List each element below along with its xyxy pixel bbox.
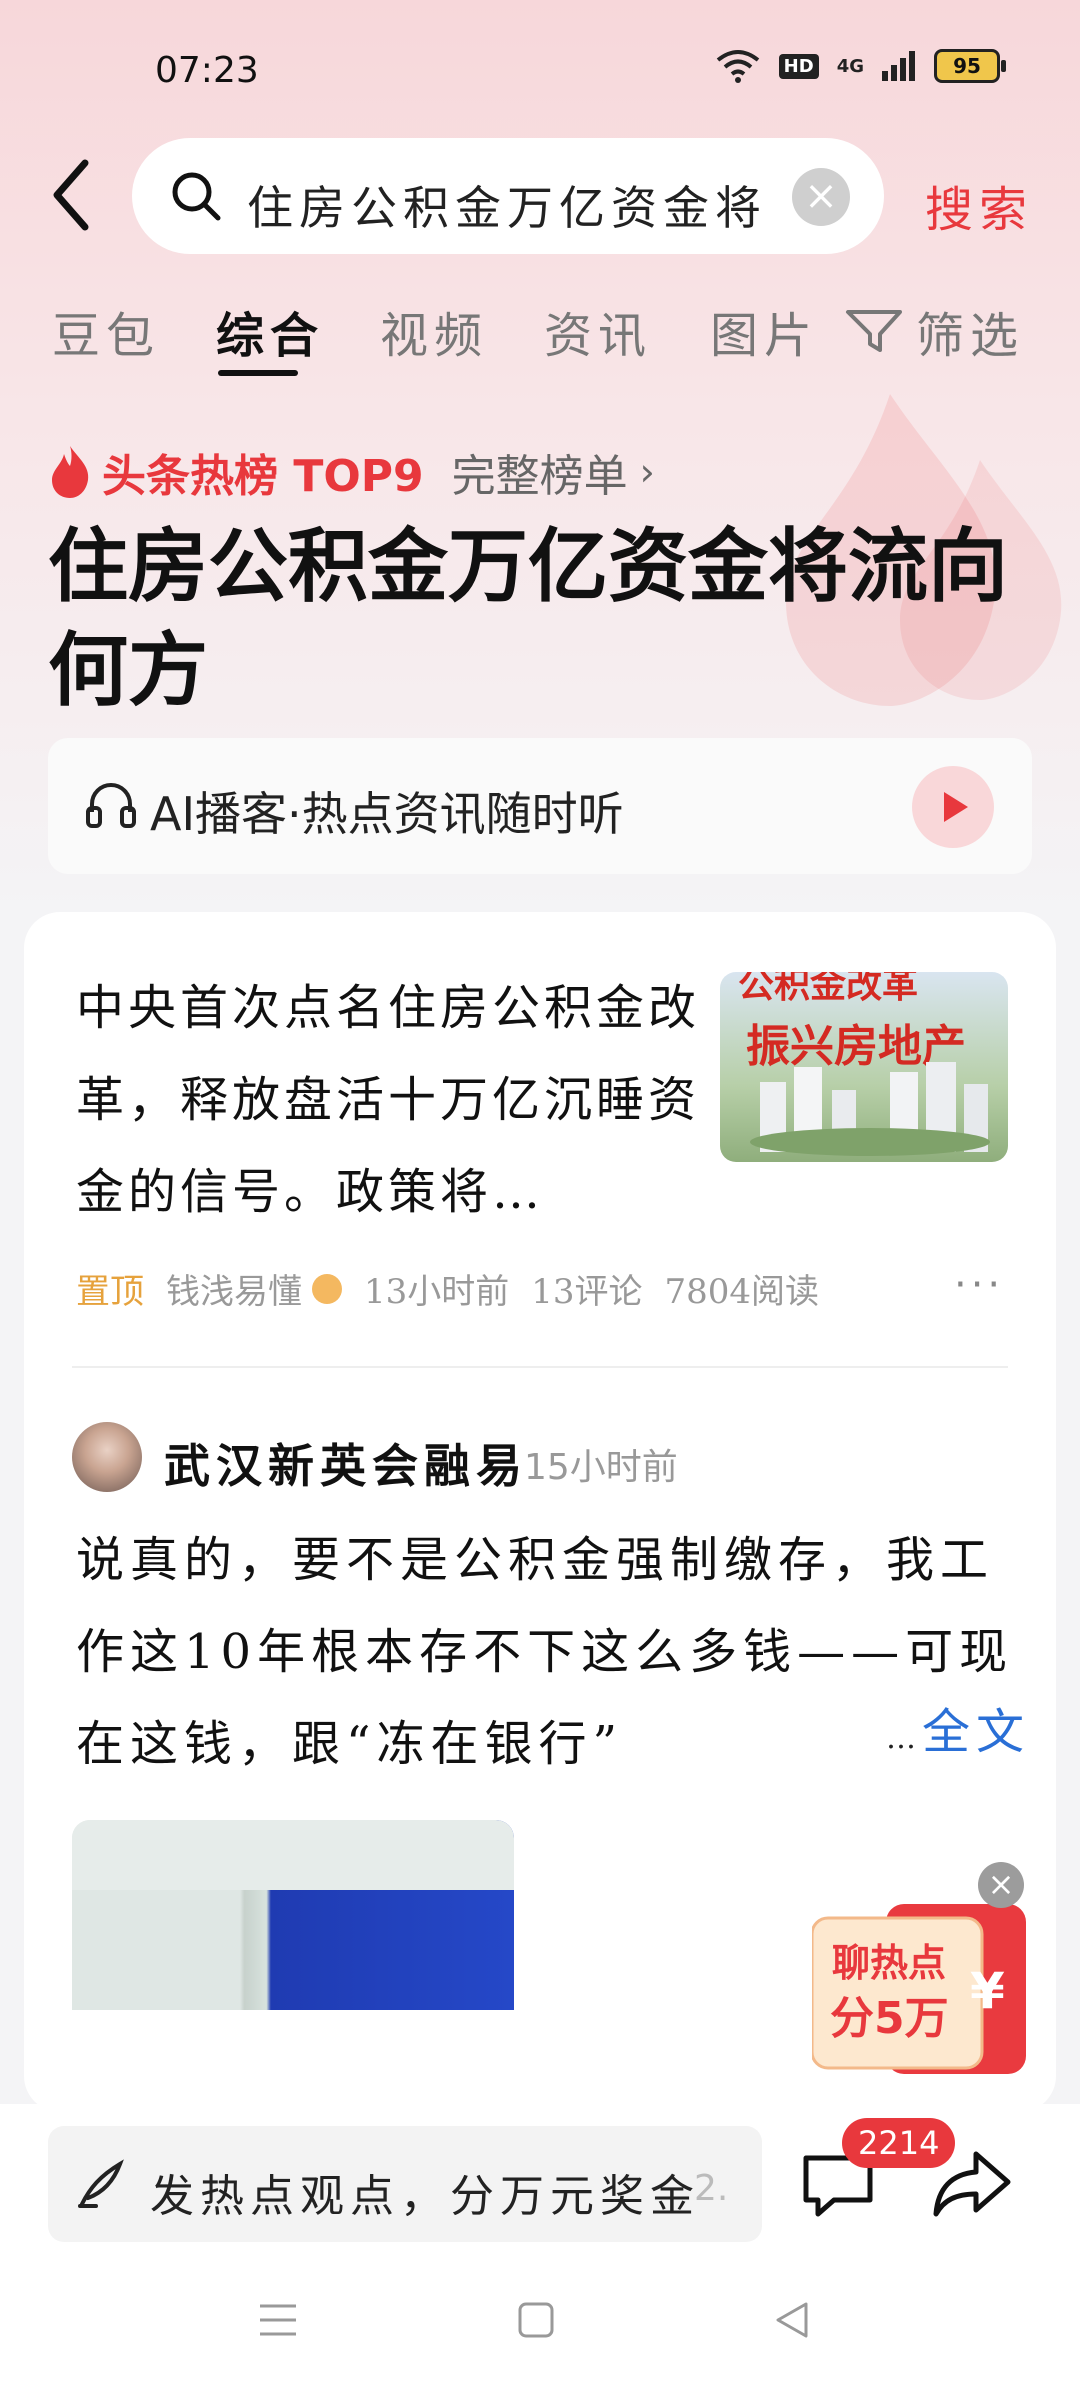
read-more-link[interactable]: …全文 bbox=[886, 1692, 1030, 1762]
avatar[interactable] bbox=[72, 1422, 142, 1492]
more-options-icon[interactable]: ··· bbox=[954, 1262, 1004, 1308]
read-more-label: 全文 bbox=[922, 1704, 1031, 1760]
network-type: 4G bbox=[836, 55, 864, 77]
wifi-icon bbox=[716, 50, 759, 83]
pen-icon bbox=[78, 2159, 124, 2208]
filter-icon bbox=[846, 310, 902, 352]
search-input[interactable]: 住房公积金万亿资金将 × bbox=[132, 138, 884, 254]
full-list-link[interactable]: 完整榜单 bbox=[452, 440, 628, 504]
result-tabs: 豆包 综合 视频 资讯 图片 筛选 bbox=[0, 296, 1080, 376]
tab-doubao[interactable]: 豆包 bbox=[52, 296, 160, 366]
battery-level: 95 bbox=[953, 54, 981, 78]
fire-icon bbox=[52, 446, 89, 498]
chevron-right-icon: › bbox=[639, 450, 655, 494]
tab-filter[interactable]: 筛选 bbox=[844, 296, 1024, 366]
post-author[interactable]: 武汉新英会融易 bbox=[164, 1430, 528, 1496]
reward-line-2: 分5万 bbox=[830, 1993, 949, 2044]
tab-filter-label: 筛选 bbox=[916, 308, 1025, 364]
comment-placeholder: 发热点观点，分万元奖金 bbox=[150, 2171, 700, 2222]
article-time: 13小时前 bbox=[364, 1272, 510, 1312]
hot-list-row[interactable]: 头条热榜 TOP9 完整榜单 › bbox=[48, 440, 655, 504]
share-icon[interactable] bbox=[932, 2148, 1012, 2220]
post-image[interactable] bbox=[72, 1820, 514, 2010]
post-time: 15小时前 bbox=[524, 1447, 678, 1488]
home-nav-icon[interactable] bbox=[516, 2300, 556, 2340]
tab-all[interactable]: 综合 bbox=[216, 296, 324, 366]
ai-podcast-bar[interactable]: AI播客·热点资讯随时听 bbox=[48, 738, 1032, 874]
status-icons: HD 4G 95 bbox=[715, 48, 1006, 84]
menu-nav-icon[interactable] bbox=[256, 2300, 300, 2340]
hot-list-label: 头条热榜 TOP9 bbox=[102, 451, 424, 502]
hd-icon: HD bbox=[778, 53, 819, 79]
ai-podcast-label: AI播客·热点资讯随时听 bbox=[150, 787, 624, 841]
search-icon bbox=[172, 172, 221, 221]
article-summary[interactable]: 中央首次点名住房公积金改革，释放盘活十万亿沉睡资金的信号。政策将… bbox=[76, 962, 716, 1238]
close-icon[interactable]: × bbox=[978, 1862, 1024, 1908]
reward-line-1: 聊热点 bbox=[832, 1941, 947, 1985]
search-button[interactable]: 搜索 bbox=[925, 170, 1033, 240]
article-comments: 13评论 bbox=[531, 1272, 643, 1312]
tab-video[interactable]: 视频 bbox=[380, 296, 488, 366]
article-meta: 置顶 钱浅易懂 13小时前 13评论 7804阅读 bbox=[76, 1264, 819, 1313]
article-thumbnail[interactable]: 公积金改革 振兴房地产 bbox=[720, 972, 1008, 1162]
signal-icon bbox=[882, 51, 915, 81]
post-image-ceiling bbox=[72, 1820, 514, 1890]
comment-overflow: 2. bbox=[694, 2168, 729, 2209]
buildings-illustration bbox=[750, 1062, 990, 1156]
battery-icon: 95 bbox=[934, 49, 1006, 83]
active-tab-indicator bbox=[218, 370, 298, 376]
back-nav-icon[interactable] bbox=[772, 2300, 812, 2340]
yuan-icon: ¥ bbox=[970, 1962, 1005, 2020]
tab-images[interactable]: 图片 bbox=[710, 296, 818, 366]
play-icon bbox=[944, 792, 968, 822]
divider bbox=[72, 1366, 1008, 1368]
page-title: 住房公积金万亿资金将流向何方 bbox=[48, 520, 1008, 717]
article-reads: 7804阅读 bbox=[664, 1272, 820, 1312]
article-author[interactable]: 钱浅易懂 bbox=[166, 1264, 302, 1313]
status-time: 07:23 bbox=[155, 50, 259, 91]
play-button[interactable] bbox=[912, 766, 994, 848]
tab-news[interactable]: 资讯 bbox=[544, 296, 652, 366]
headphones-icon bbox=[86, 783, 136, 828]
verified-icon bbox=[312, 1273, 342, 1304]
pinned-tag: 置顶 bbox=[76, 1272, 144, 1312]
comment-input[interactable]: 发热点观点，分万元奖金 2. bbox=[48, 2126, 762, 2242]
ellipsis: … bbox=[886, 1721, 922, 1756]
back-arrow-icon[interactable] bbox=[45, 155, 105, 235]
clear-icon[interactable]: × bbox=[792, 168, 850, 226]
